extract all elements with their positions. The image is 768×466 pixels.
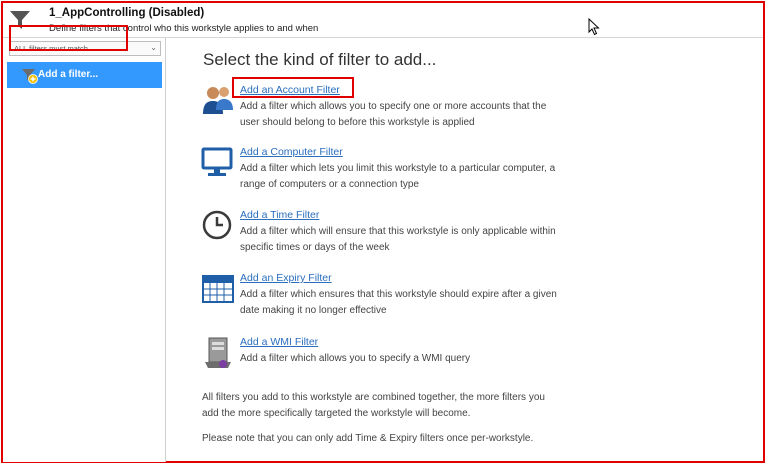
computer-filter-description: Add a filter which lets you limit this w…	[240, 163, 556, 190]
add-filter-icon	[22, 69, 38, 84]
add-time-filter-link[interactable]: Add a Time Filter	[240, 209, 319, 221]
filters-sidebar: ALL filters must match ⌄ Add a filter...	[3, 38, 166, 462]
filter-option-expiry: Add an Expiry Filter Add a filter which …	[201, 272, 561, 324]
combined-filters-note: All filters you add to this workstyle ar…	[202, 392, 545, 419]
filter-option-wmi: Add a WMI Filter Add a filter which allo…	[201, 336, 561, 388]
workstyle-title: 1_AppControlling (Disabled)	[49, 7, 205, 19]
highlight-box-add-filter	[9, 25, 128, 51]
filter-option-computer: Add a Computer Filter Add a filter which…	[201, 146, 561, 198]
add-computer-filter-link[interactable]: Add a Computer Filter	[240, 146, 343, 158]
chevron-down-icon: ⌄	[150, 43, 157, 52]
page-title: Select the kind of filter to add...	[203, 50, 437, 69]
filter-option-time: Add a Time Filter Add a filter which wil…	[201, 209, 561, 261]
time-expiry-note: Please note that you can only add Time &…	[202, 433, 534, 444]
expiry-filter-description: Add a filter which ensures that this wor…	[240, 289, 557, 316]
clock-icon	[202, 210, 232, 240]
wmi-filter-description: Add a filter which allows you to specify…	[240, 353, 471, 364]
monitor-icon	[201, 147, 233, 176]
filter-selection-panel: Select the kind of filter to add... Add …	[170, 38, 760, 458]
sidebar-item-add-filter[interactable]: Add a filter...	[7, 62, 162, 88]
add-wmi-filter-link[interactable]: Add a WMI Filter	[240, 336, 318, 348]
wmi-computer-icon	[205, 337, 231, 368]
highlight-box-account-filter	[232, 77, 354, 98]
time-filter-description: Add a filter which will ensure that this…	[240, 226, 556, 253]
users-icon	[203, 87, 233, 114]
sidebar-item-label: Add a filter...	[38, 69, 99, 80]
mouse-pointer-icon	[588, 18, 600, 36]
account-filter-description: Add a filter which allows you to specify…	[240, 101, 547, 128]
calendar-icon	[202, 275, 234, 303]
add-expiry-filter-link[interactable]: Add an Expiry Filter	[240, 272, 332, 284]
